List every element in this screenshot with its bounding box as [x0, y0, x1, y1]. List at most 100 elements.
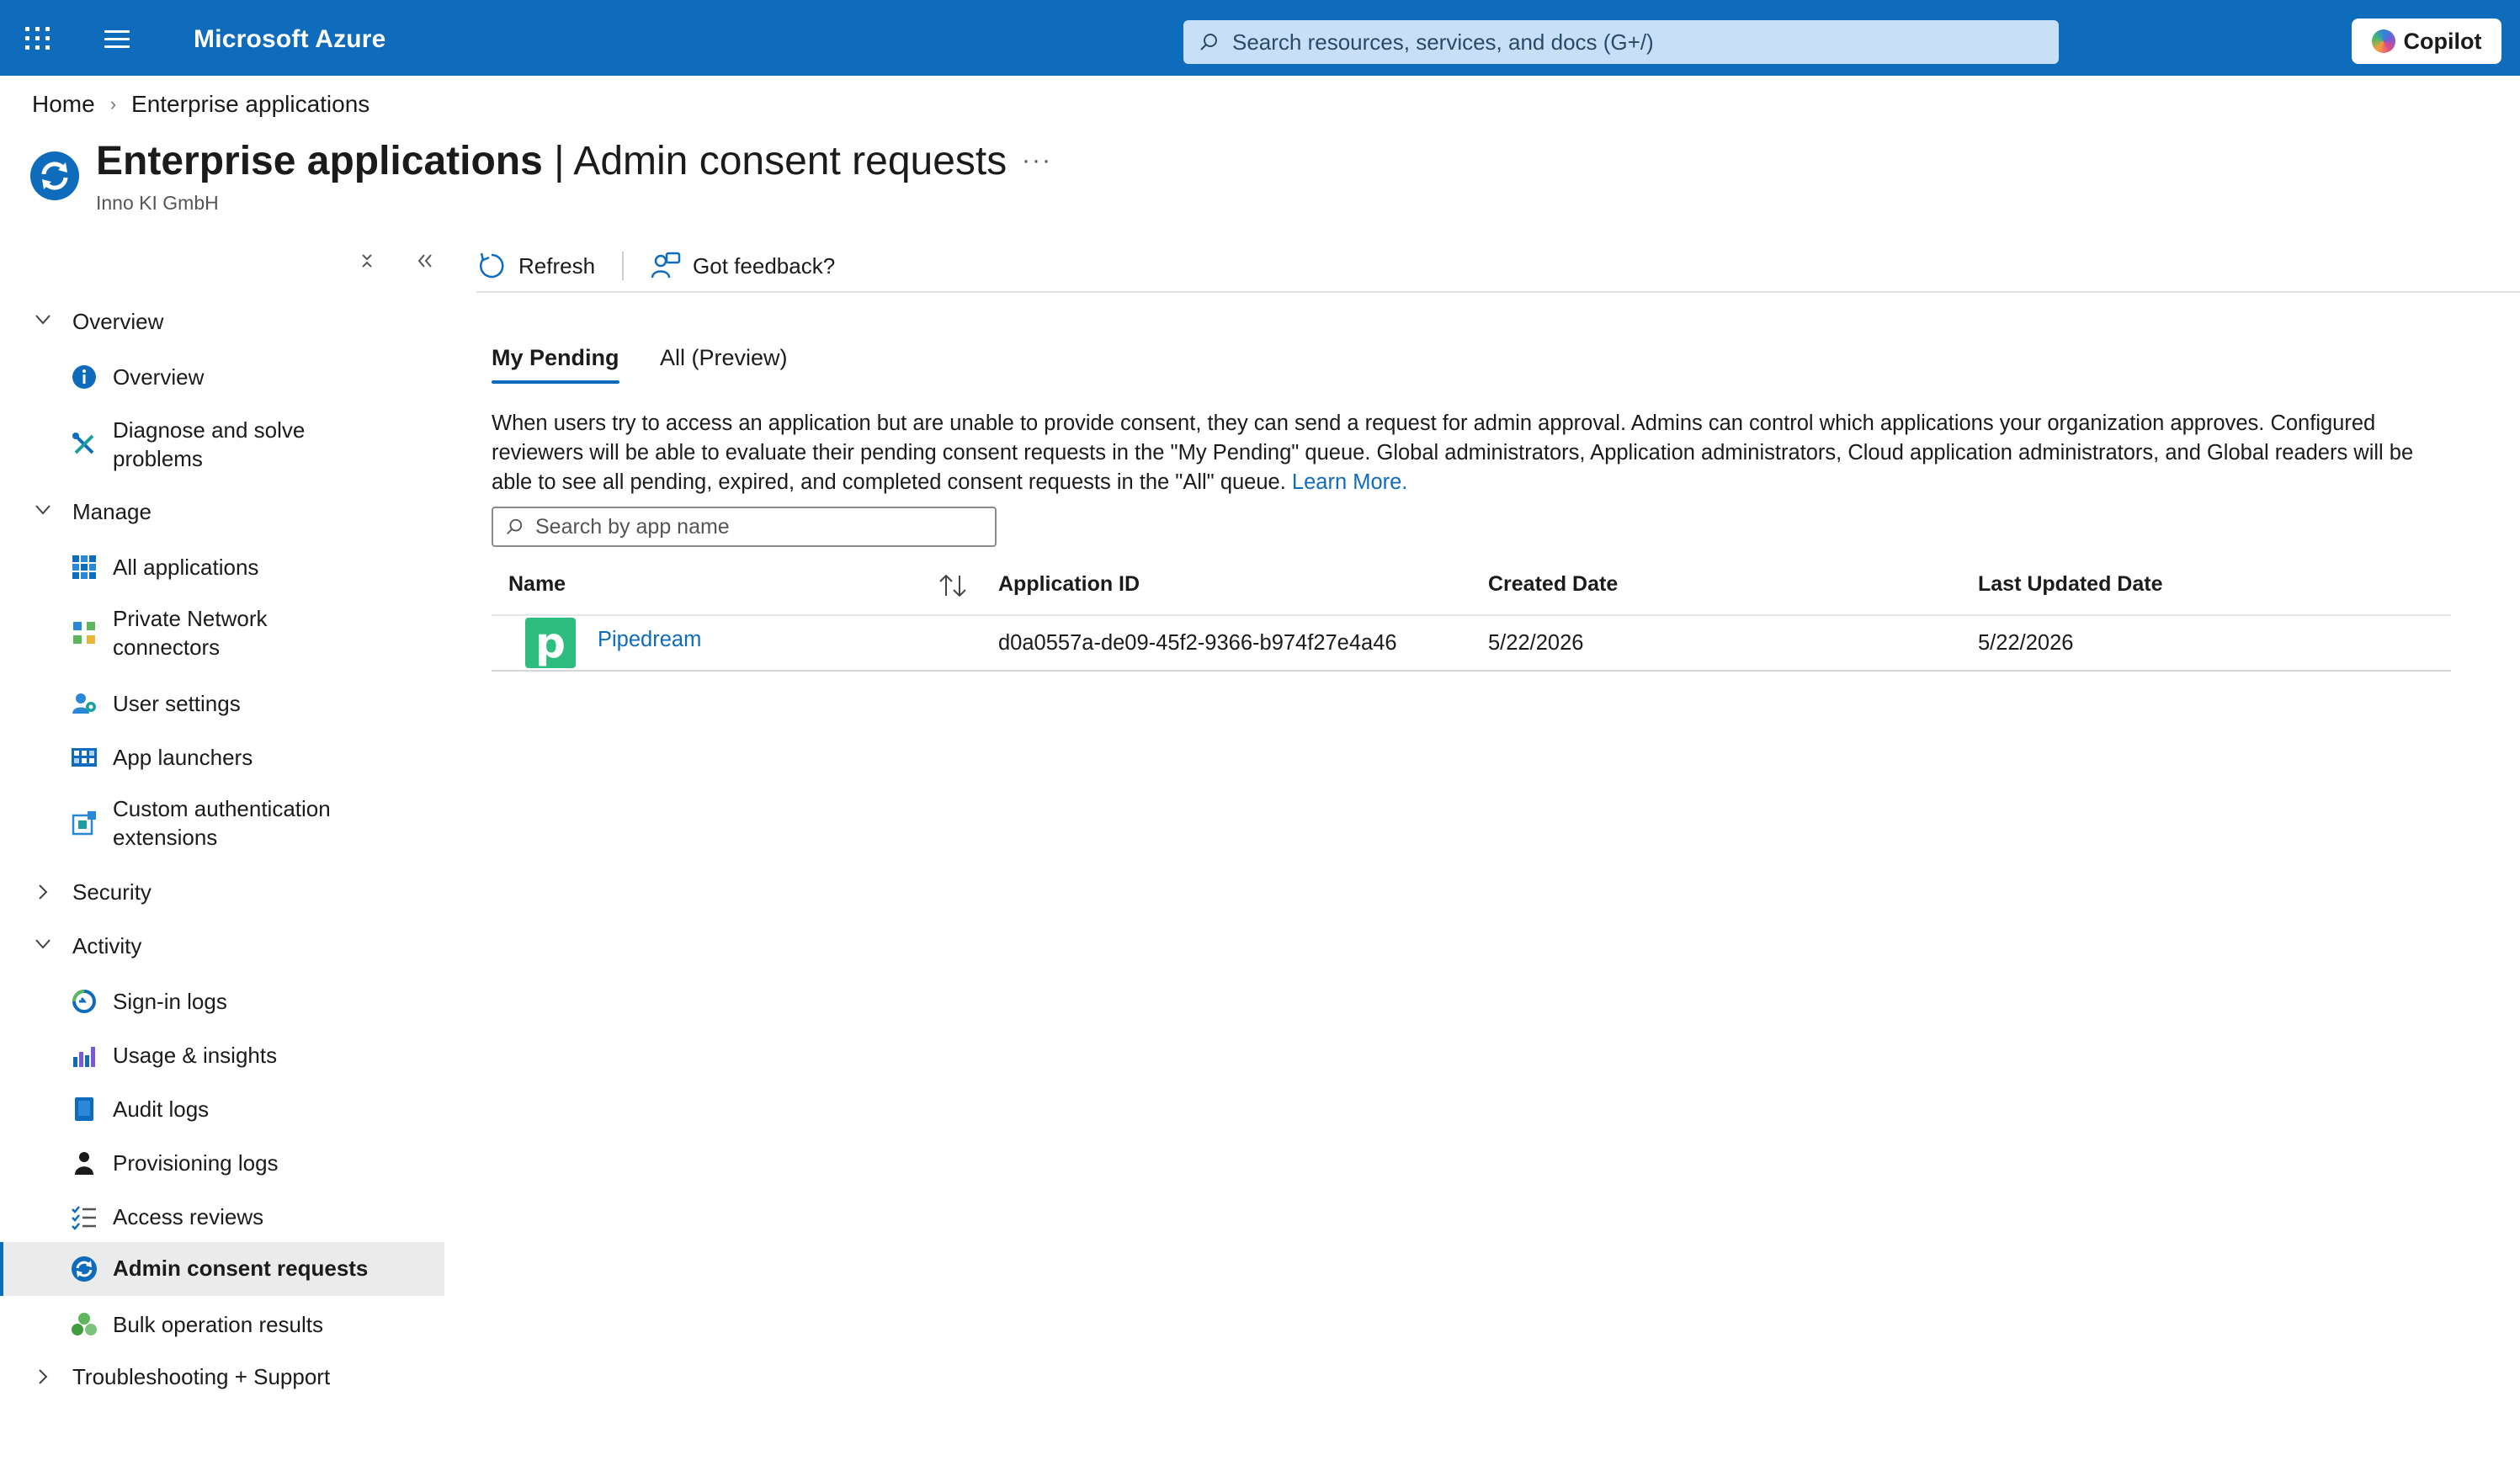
sidebar-item-label: App launchers — [113, 745, 253, 770]
extension-icon — [72, 811, 96, 836]
sidebar-item-overview[interactable]: Overview — [0, 362, 444, 392]
copilot-button[interactable]: Copilot — [2352, 19, 2501, 64]
search-icon — [507, 518, 523, 534]
sidebar-item-sign-in-logs[interactable]: Sign-in logs — [0, 986, 444, 1017]
table-row-divider — [492, 670, 2451, 672]
sort-icon[interactable] — [938, 572, 968, 599]
nav-group-activity-label: Activity — [72, 932, 142, 958]
tab-all-preview[interactable]: All (Preview) — [660, 345, 788, 371]
search-icon — [1200, 34, 1217, 50]
sidebar-item-all-applications[interactable]: All applications — [0, 552, 444, 582]
nav-group-manage[interactable]: Manage — [0, 496, 444, 527]
sidebar-item-label: Provisioning logs — [113, 1150, 279, 1176]
app-search-placeholder: Search by app name — [535, 514, 730, 539]
chevron-down-icon — [35, 315, 51, 325]
sidebar-item-label: User settings — [113, 691, 241, 716]
nav-group-security[interactable]: Security — [0, 877, 444, 907]
toolbar-divider-line — [476, 291, 2520, 293]
sidebar-item-label: Admin consent requests — [113, 1256, 369, 1281]
chevron-right-icon — [39, 884, 48, 900]
chevron-right-icon: › — [109, 93, 117, 114]
application-id-cell: d0a0557a-de09-45f2-9366-b974f27e4a46 — [998, 631, 1397, 655]
network-connector-icon — [73, 622, 95, 644]
sidebar-item-custom-authentication-extensions[interactable]: Custom authentication extensions — [0, 794, 444, 853]
checklist-icon — [72, 1206, 96, 1230]
feedback-button[interactable]: Got feedback? — [651, 251, 835, 281]
user-settings-icon — [72, 693, 96, 714]
sidebar-item-provisioning-logs[interactable]: Provisioning logs — [0, 1148, 444, 1178]
column-header-created-date[interactable]: Created Date — [1488, 572, 1618, 597]
app-name-link[interactable]: Pipedream — [598, 628, 701, 652]
consent-requests-icon — [30, 151, 79, 200]
tenant-name: Inno KI GmbH — [96, 192, 219, 214]
bar-chart-icon — [73, 1047, 95, 1067]
app-search-input[interactable]: Search by app name — [492, 507, 997, 547]
refresh-icon — [480, 252, 504, 279]
sidebar-item-label-2: connectors — [113, 634, 221, 660]
info-icon — [72, 365, 96, 389]
nav-group-activity[interactable]: Activity — [0, 931, 444, 961]
sidebar-item-app-launchers[interactable]: App launchers — [0, 742, 444, 773]
brand-title[interactable]: Microsoft Azure — [194, 25, 386, 54]
last-updated-date-cell: 5/22/2026 — [1978, 631, 2074, 655]
tab-my-pending[interactable]: My Pending — [492, 345, 619, 371]
description-text: When users try to access an application … — [492, 411, 2414, 494]
sidebar-item-diagnose[interactable]: Diagnose and solve problems — [0, 416, 444, 475]
sidebar-item-audit-logs[interactable]: Audit logs — [0, 1094, 444, 1124]
copilot-icon — [2371, 29, 2395, 53]
collapse-all-icon[interactable] — [359, 249, 375, 275]
global-search-placeholder: Search resources, services, and docs (G+… — [1232, 29, 1654, 55]
collapse-sidebar-icon[interactable] — [416, 249, 434, 275]
chevron-down-icon — [35, 505, 51, 515]
chevron-down-icon — [35, 939, 51, 949]
column-header-last-updated-date[interactable]: Last Updated Date — [1978, 572, 2162, 597]
sidebar-item-label: Bulk operation results — [113, 1312, 324, 1337]
description: When users try to access an application … — [492, 409, 2458, 497]
sidebar-item-label-2: extensions — [113, 825, 218, 850]
table-header-divider — [492, 614, 2451, 616]
nav-group-troubleshooting-support[interactable]: Troubleshooting + Support — [0, 1362, 444, 1392]
sidebar-item-user-settings[interactable]: User settings — [0, 688, 444, 719]
refresh-label: Refresh — [518, 252, 596, 279]
nav-group-manage-label: Manage — [72, 498, 152, 524]
sidebar-item-access-reviews[interactable]: Access reviews — [0, 1202, 444, 1232]
pipedream-logo: p — [525, 618, 576, 668]
sidebar-item-usage-insights[interactable]: Usage & insights — [0, 1040, 444, 1070]
sidebar-item-label-2: problems — [113, 446, 203, 471]
more-options-button[interactable]: ··· — [1022, 146, 1052, 175]
sidebar-item-label: Private Network — [113, 606, 268, 631]
person-icon — [75, 1152, 93, 1175]
nav-group-overview[interactable]: Overview — [0, 306, 444, 337]
sidebar-item-label: Custom authentication — [113, 796, 331, 821]
nav-group-overview-label: Overview — [72, 308, 164, 334]
feedback-label: Got feedback? — [693, 252, 836, 279]
sidebar-item-admin-consent-requests[interactable]: Admin consent requests — [0, 1242, 444, 1296]
top-bar: Microsoft Azure Search resources, servic… — [0, 0, 2520, 76]
consent-requests-icon — [72, 1256, 97, 1282]
sidebar-item-label: Audit logs — [113, 1096, 210, 1122]
column-header-application-id[interactable]: Application ID — [998, 572, 1140, 597]
breadcrumb-home[interactable]: Home — [32, 91, 95, 118]
sidebar-item-label: Diagnose and solve — [113, 417, 306, 443]
learn-more-link[interactable]: Learn More. — [1292, 470, 1408, 494]
command-bar: Refresh Got feedback? — [476, 241, 835, 291]
toolbar-divider — [622, 252, 625, 280]
global-search-input[interactable]: Search resources, services, and docs (G+… — [1183, 20, 2059, 64]
tab-active-indicator — [492, 380, 619, 384]
menu-icon[interactable] — [104, 30, 133, 49]
copilot-label: Copilot — [2403, 28, 2482, 54]
sidebar-item-bulk-operation-results[interactable]: Bulk operation results — [0, 1309, 444, 1340]
sidebar-item-private-network-connectors[interactable]: Private Network connectors — [0, 604, 444, 663]
feedback-icon — [651, 252, 681, 279]
sidebar-item-label: Usage & insights — [113, 1043, 278, 1068]
sidebar-item-label: Access reviews — [113, 1204, 264, 1229]
breadcrumb: Home › Enterprise applications — [32, 91, 369, 118]
refresh-button[interactable]: Refresh — [476, 251, 595, 281]
column-header-name[interactable]: Name — [508, 572, 566, 597]
sidebar-item-label: Overview — [113, 364, 205, 390]
breadcrumb-enterprise-applications[interactable]: Enterprise applications — [131, 91, 369, 118]
sidebar-item-label: Sign-in logs — [113, 989, 227, 1014]
app-launcher-tiles-icon — [72, 748, 97, 767]
app-launcher-icon[interactable] — [24, 24, 52, 52]
book-icon — [75, 1097, 93, 1121]
